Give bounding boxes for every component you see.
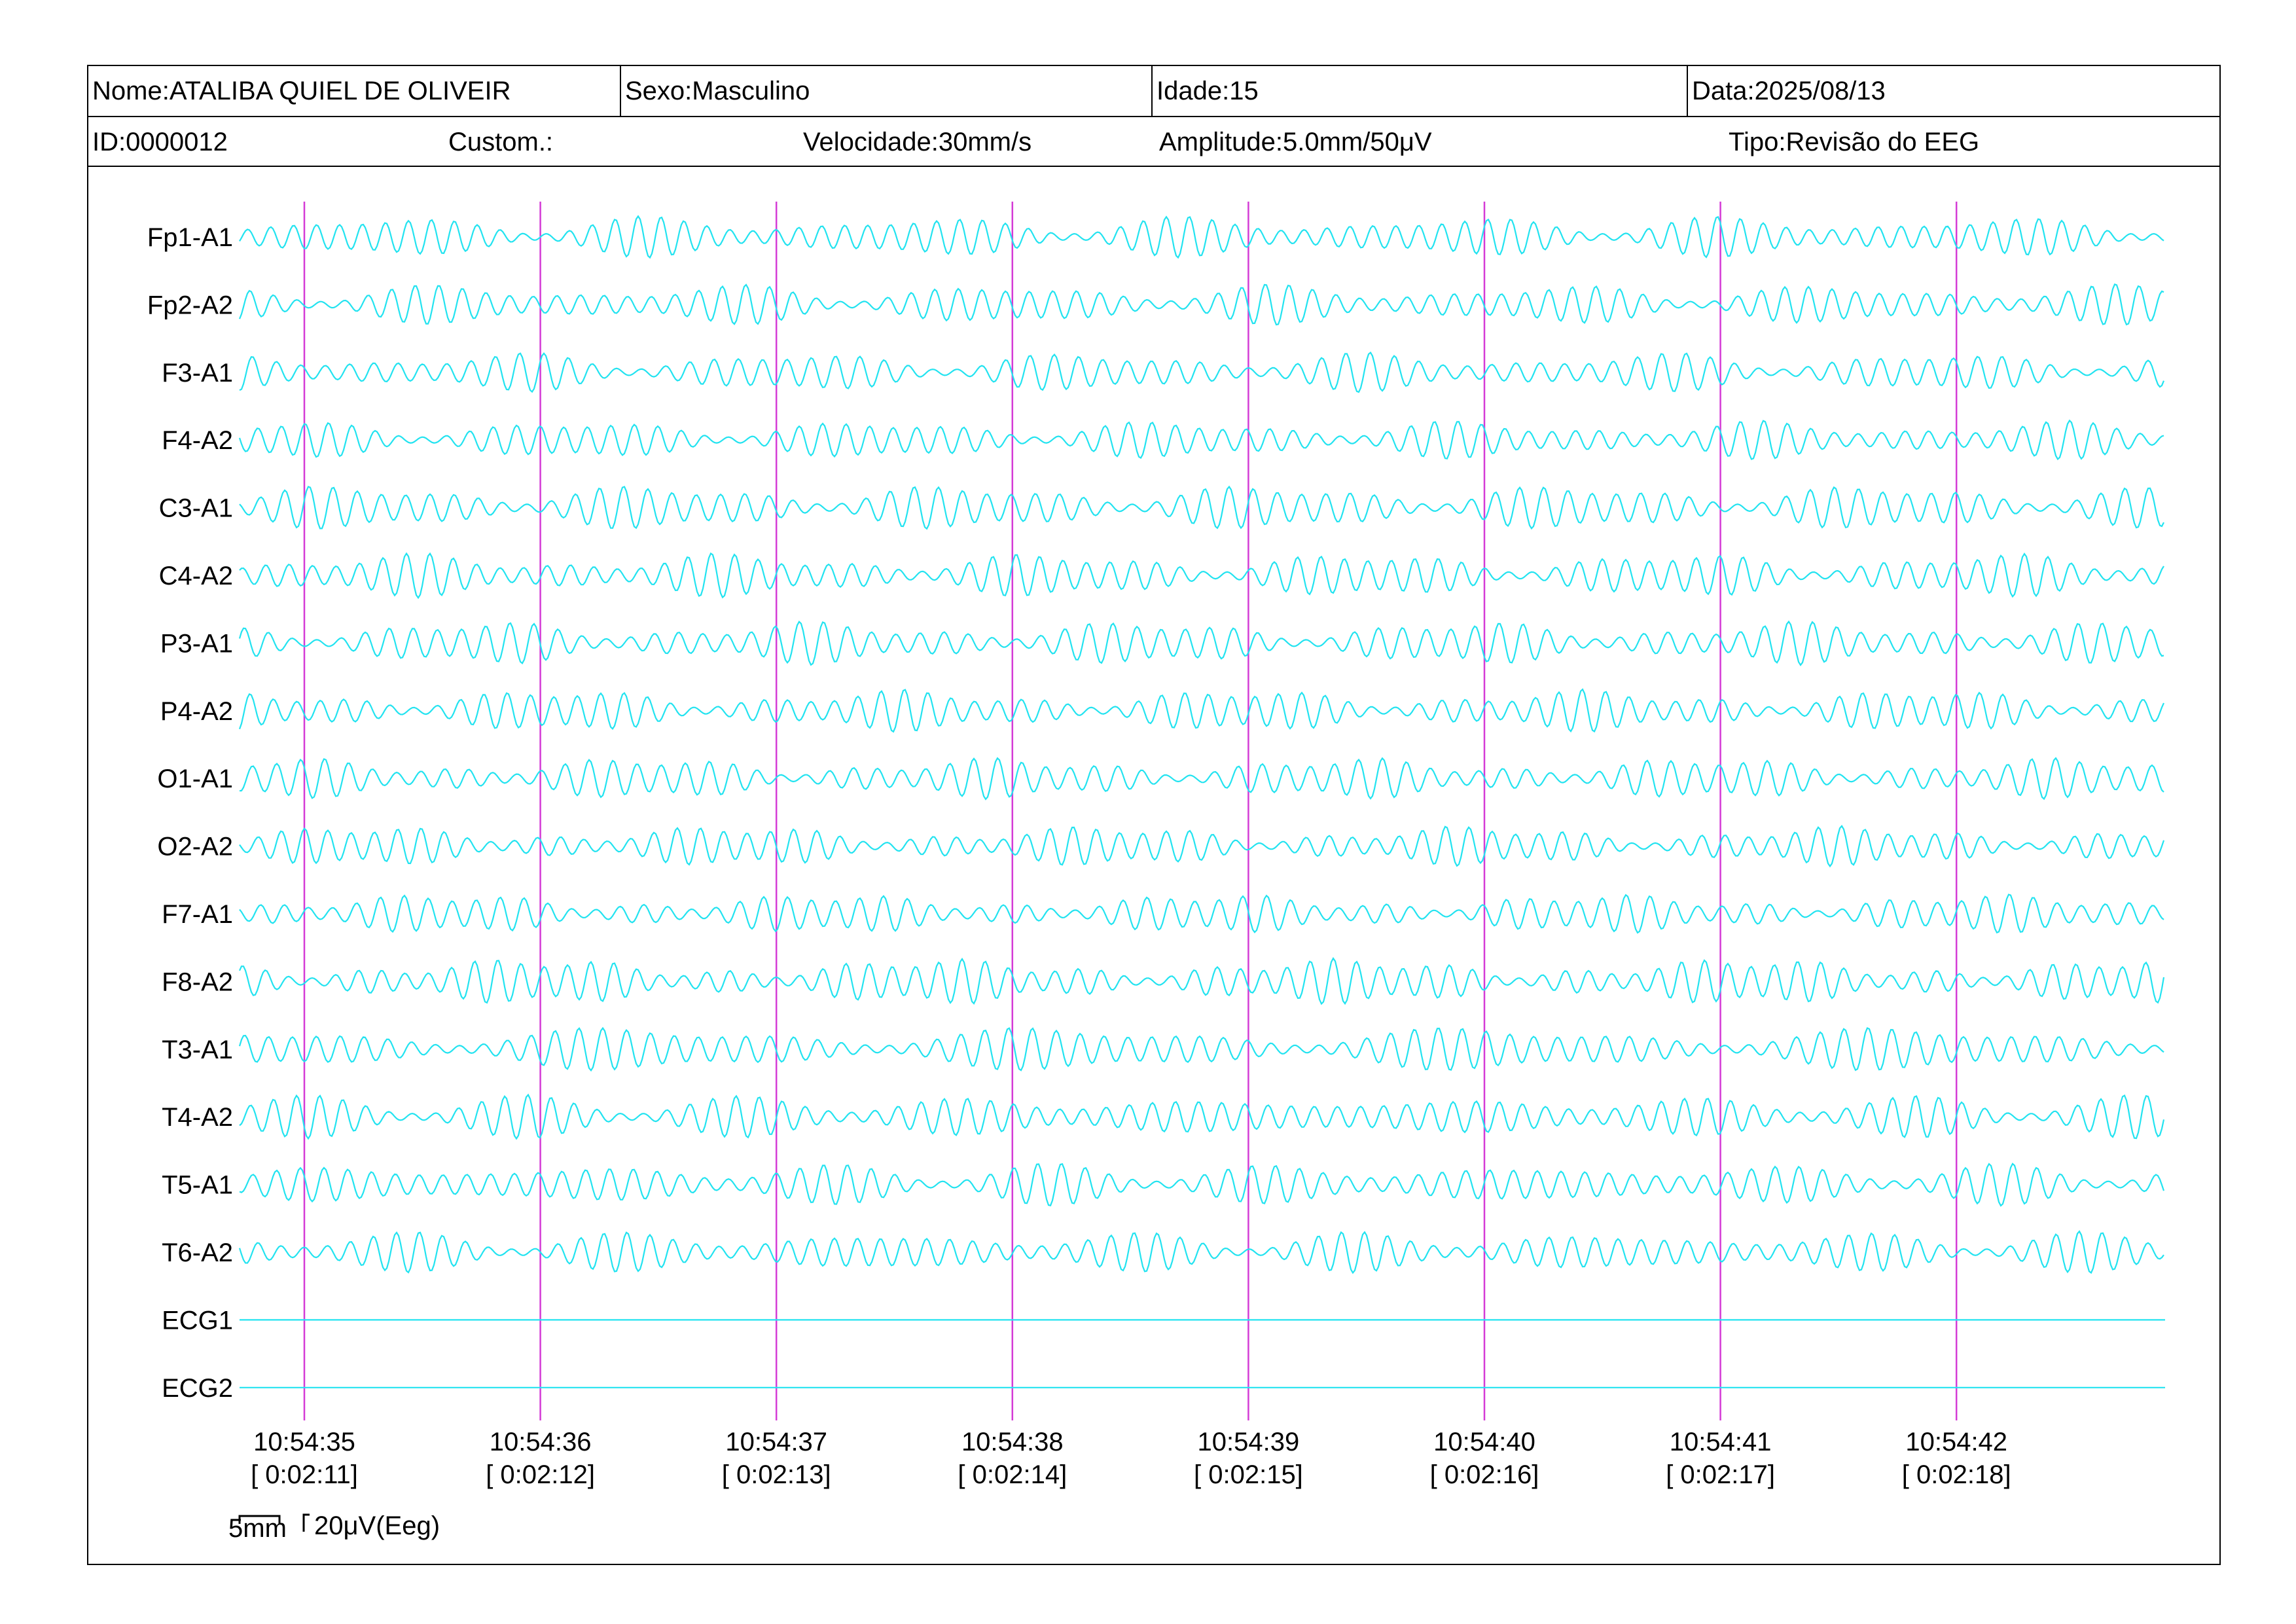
eeg-traces xyxy=(238,215,2165,1388)
channel-trace xyxy=(239,215,2164,259)
time-tick-label: 10:54:36 xyxy=(490,1428,592,1456)
channel-trace xyxy=(238,957,2165,1005)
channel-label: Fp2-A2 xyxy=(147,291,233,319)
elapsed-tick-label: [ 0:02:14] xyxy=(958,1460,1067,1489)
channel-trace xyxy=(238,1026,2164,1072)
channel-trace xyxy=(239,757,2164,801)
channel-trace xyxy=(239,893,2164,934)
channel-label: F7-A1 xyxy=(162,900,233,929)
elapsed-tick-label: [ 0:02:11] xyxy=(251,1460,358,1489)
channel-label: C4-A2 xyxy=(159,562,233,590)
channel-trace xyxy=(238,419,2164,461)
channel-trace xyxy=(239,485,2164,530)
amplitude-scale-label: 20μV(Eeg) xyxy=(314,1511,440,1540)
channel-label: Fp1-A1 xyxy=(147,223,233,252)
elapsed-tick-label: [ 0:02:15] xyxy=(1194,1460,1303,1489)
channel-trace xyxy=(239,1163,2165,1207)
channel-label: ECG2 xyxy=(162,1374,233,1403)
channel-label: T6-A2 xyxy=(162,1238,233,1267)
time-markers xyxy=(303,202,1958,1420)
time-scale-label: 5mm xyxy=(228,1514,287,1543)
channel-trace xyxy=(239,552,2164,600)
channel-trace xyxy=(239,351,2165,393)
channel-trace xyxy=(238,620,2164,666)
amplitude-scale-bracket xyxy=(302,1513,310,1532)
channel-label: T4-A2 xyxy=(162,1103,233,1132)
channel-trace xyxy=(238,688,2165,733)
elapsed-tick-label: [ 0:02:16] xyxy=(1430,1460,1539,1489)
time-tick-label: 10:54:40 xyxy=(1433,1428,1535,1456)
channel-label: F3-A1 xyxy=(162,359,233,388)
time-tick-label: 10:54:42 xyxy=(1905,1428,2007,1456)
channel-label: F8-A2 xyxy=(162,967,233,996)
channel-label: O1-A1 xyxy=(157,765,233,793)
time-tick-label: 10:54:39 xyxy=(1198,1428,1300,1456)
channel-label: T3-A1 xyxy=(162,1036,233,1064)
eeg-chart: Fp1-A1 Fp2-A2 F3-A1 F4-A2 C3-A1 C4-A2 P3-A1 P4-… xyxy=(147,202,2165,1543)
channel-trace xyxy=(238,283,2164,326)
channel-label: C3-A1 xyxy=(159,494,233,523)
channel-trace xyxy=(239,1093,2165,1140)
time-tick-label: 10:54:37 xyxy=(725,1428,827,1456)
time-tick-label: 10:54:35 xyxy=(253,1428,355,1456)
time-tick-label: 10:54:41 xyxy=(1670,1428,1772,1456)
channel-labels: Fp1-A1 Fp2-A2 F3-A1 F4-A2 C3-A1 C4-A2 P3-A1 P4-… xyxy=(147,223,233,1403)
channel-label: T5-A1 xyxy=(162,1171,233,1200)
elapsed-tick-label: [ 0:02:13] xyxy=(722,1460,831,1489)
scale-indicator: 5mm 20μV(Eeg) xyxy=(228,1511,440,1543)
channel-label: F4-A2 xyxy=(162,426,233,455)
elapsed-tick-label: [ 0:02:17] xyxy=(1666,1460,1775,1489)
time-tick-label: 10:54:38 xyxy=(961,1428,1064,1456)
channel-trace xyxy=(238,1230,2164,1274)
channel-trace xyxy=(239,825,2165,868)
time-axis-labels: 10:54:35 [ 0:02:11] 10:54:36 [ 0:02:12] 10:5… xyxy=(251,1428,2011,1489)
channel-label: ECG1 xyxy=(162,1306,233,1335)
elapsed-tick-label: [ 0:02:18] xyxy=(1902,1460,2011,1489)
channel-label: P4-A2 xyxy=(160,697,233,726)
elapsed-tick-label: [ 0:02:12] xyxy=(486,1460,595,1489)
channel-label: P3-A1 xyxy=(160,629,233,658)
channel-label: O2-A2 xyxy=(157,833,233,861)
